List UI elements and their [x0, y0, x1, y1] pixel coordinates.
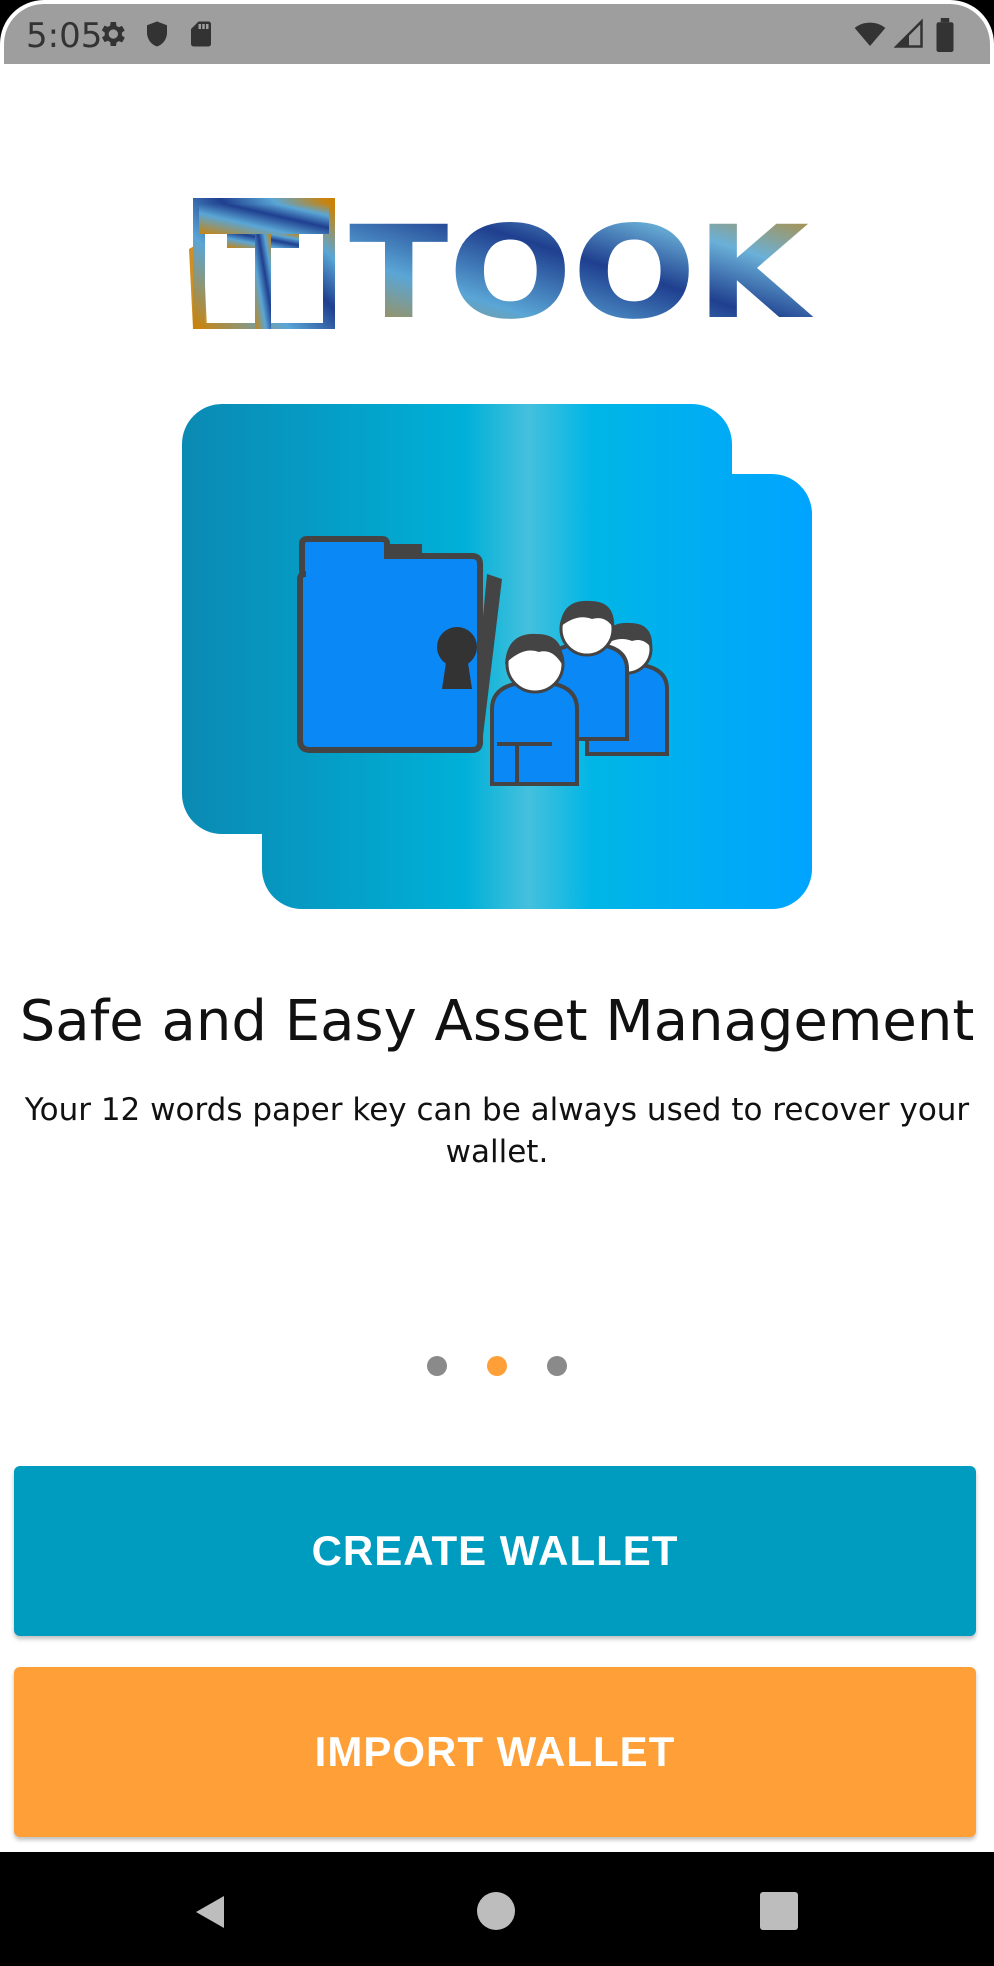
- onboarding-content: TOOK Safe and Easy Asset Management Your…: [4, 64, 990, 1850]
- recents-icon[interactable]: [760, 1892, 798, 1930]
- took-logo: TOOK: [189, 198, 814, 329]
- status-bar: 5:05: [4, 4, 990, 64]
- import-wallet-button[interactable]: IMPORT WALLET: [14, 1667, 976, 1837]
- back-icon[interactable]: [190, 1892, 230, 1932]
- shield-icon: [147, 21, 167, 47]
- onboarding-subtitle: Your 12 words paper key can be always us…: [24, 1092, 970, 1170]
- settings-gear-icon: [101, 22, 125, 46]
- create-wallet-button[interactable]: CREATE WALLET: [14, 1466, 976, 1636]
- sd-card-icon: [191, 21, 211, 47]
- page-dot-2-active[interactable]: [487, 1356, 507, 1376]
- page-dot-3[interactable]: [547, 1356, 567, 1376]
- brand-name: TOOK: [349, 199, 814, 329]
- battery-icon: [936, 18, 954, 52]
- page-dot-1[interactable]: [427, 1356, 447, 1376]
- home-icon[interactable]: [477, 1892, 515, 1930]
- locked-folder-icon: [297, 536, 502, 753]
- page-indicator: [4, 1356, 990, 1376]
- status-time: 5:05: [26, 16, 103, 56]
- signal-icon: [894, 18, 923, 48]
- onboarding-title: Safe and Easy Asset Management: [19, 989, 975, 1054]
- secure-folder-illustration: [182, 404, 812, 909]
- navigation-bar: [0, 1852, 994, 1966]
- phone-screen: 5:05 TOOK Safe and Easy Asset Management…: [0, 0, 994, 1966]
- wifi-icon: [854, 22, 886, 46]
